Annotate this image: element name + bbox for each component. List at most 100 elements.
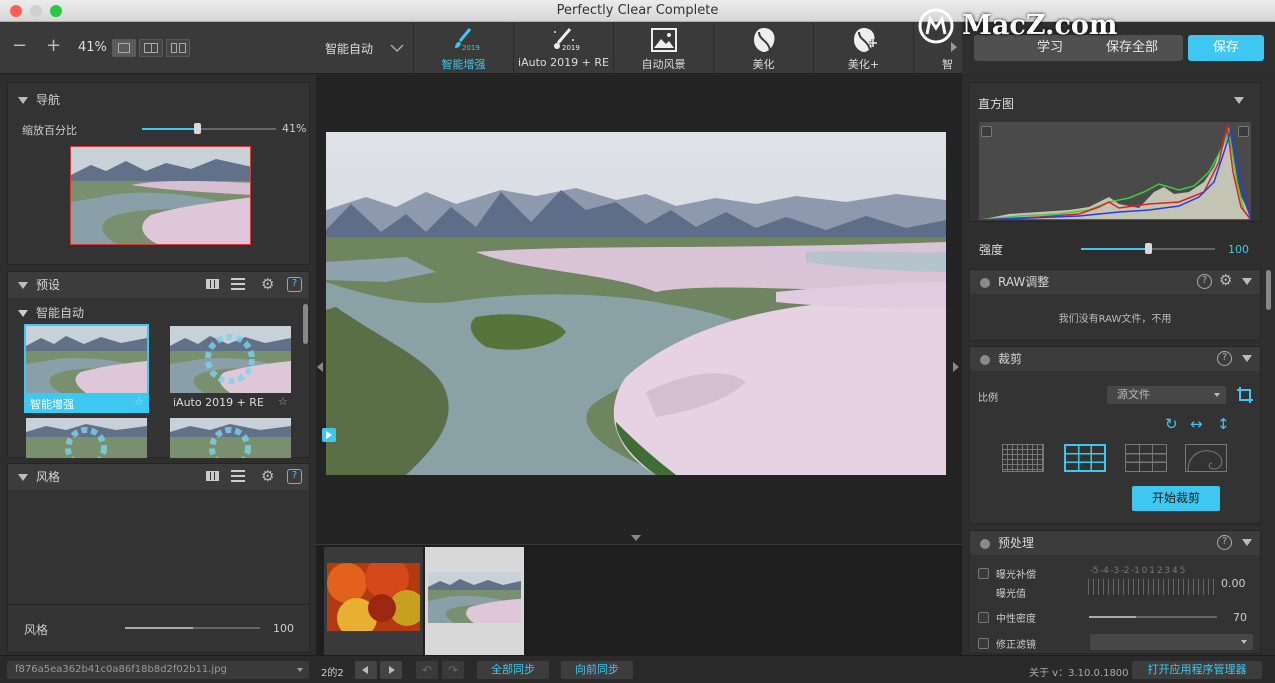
lens-filter-checkbox[interactable]: [978, 638, 989, 649]
preset-image: [170, 326, 291, 393]
preset-image: [26, 418, 147, 458]
sync-forward-button[interactable]: 向前同步: [561, 661, 633, 679]
star-icon[interactable]: ☆: [278, 395, 288, 408]
minimize-window-button[interactable]: [30, 5, 42, 17]
help-icon[interactable]: ?: [287, 469, 302, 484]
filmstrip-item-2-selected[interactable]: [425, 547, 524, 655]
enable-toggle-icon[interactable]: [980, 538, 990, 549]
collapse-right-icon[interactable]: [953, 362, 959, 372]
tab-beautify[interactable]: 美化: [713, 22, 813, 74]
undo-icon[interactable]: ↶: [416, 661, 438, 679]
strength-slider[interactable]: [1081, 243, 1215, 255]
next-image-button[interactable]: [380, 661, 402, 679]
lens-filter-dropdown[interactable]: [1090, 634, 1253, 650]
list-view-icon[interactable]: [231, 470, 245, 482]
enable-toggle-icon[interactable]: [980, 277, 990, 288]
zoom-level: 41%: [78, 40, 107, 55]
grid-thirds-overlay-button[interactable]: [1064, 444, 1106, 472]
start-crop-button[interactable]: 开始裁剪: [1132, 486, 1220, 511]
histogram-panel: 直方图: [969, 82, 1261, 222]
preset-thumb-iauto[interactable]: iAuto 2019 + RE ☆: [170, 326, 291, 412]
version-info: 关于 v：3.10.0.1800: [1029, 668, 1129, 679]
single-view-button[interactable]: [112, 39, 136, 57]
exposure-ruler[interactable]: [1088, 579, 1214, 595]
zoom-in-button[interactable]: +: [46, 36, 61, 56]
navigation-header[interactable]: 导航: [8, 91, 60, 109]
grid-view-icon[interactable]: [206, 279, 219, 289]
tab-beautify-plus[interactable]: 美化+: [813, 22, 913, 74]
preset-image: [170, 418, 291, 458]
filmstrip-item-1[interactable]: [324, 547, 423, 655]
zoom-out-button[interactable]: −: [12, 36, 27, 56]
gear-icon[interactable]: ⚙: [261, 275, 274, 293]
grid-view-icon[interactable]: [206, 471, 219, 481]
strength-label: 强度: [979, 243, 1004, 257]
star-icon[interactable]: ☆: [134, 395, 144, 408]
list-view-icon[interactable]: [231, 278, 245, 290]
help-icon[interactable]: ?: [287, 277, 302, 292]
raw-panel: RAW调整 ? ⚙ 我们没有RAW文件，不用: [969, 269, 1261, 341]
exposure-value: 0.00: [1221, 577, 1246, 590]
preset-image: [26, 326, 147, 393]
navigator-thumbnail[interactable]: [70, 146, 251, 245]
style-strength-slider[interactable]: [125, 624, 260, 632]
tab-smart-enhance[interactable]: 2019 智能增强: [413, 22, 513, 74]
close-window-button[interactable]: [10, 5, 22, 17]
golden-spiral-overlay-button[interactable]: [1185, 444, 1227, 472]
preset-dropdown[interactable]: 智能自动: [325, 40, 373, 57]
preset-thumb-4[interactable]: [170, 418, 291, 458]
preset-thumb-smart-enhance[interactable]: 智能增强 ☆: [24, 324, 149, 413]
chevron-down-icon[interactable]: [390, 44, 404, 53]
preset-group-header[interactable]: 智能自动: [8, 304, 84, 322]
flip-vertical-icon[interactable]: ↕: [1217, 415, 1230, 433]
tab-label: iAuto 2019 + RE: [518, 56, 609, 69]
maximize-window-button[interactable]: [50, 5, 62, 17]
group-label: 智能自动: [36, 306, 85, 320]
preset-thumb-3[interactable]: [26, 418, 147, 458]
sync-all-button[interactable]: 全部同步: [477, 661, 549, 679]
tab-auto-landscape[interactable]: 自动风景: [613, 22, 713, 74]
filename-dropdown[interactable]: f876a5ea362b41c0a86f18b8d2f02b11.jpg: [7, 661, 309, 679]
rotate-icon[interactable]: ↻: [1165, 415, 1178, 433]
collapse-left-icon[interactable]: [317, 362, 323, 372]
help-icon[interactable]: ?: [1217, 535, 1232, 550]
navigator-image: [71, 147, 250, 244]
grid-quarters-overlay-button[interactable]: [1125, 444, 1167, 472]
redo-icon[interactable]: ↷: [442, 661, 464, 679]
collapse-triangle-icon[interactable]: [1242, 278, 1252, 285]
highlight-clip-checkbox[interactable]: [1238, 126, 1249, 137]
preprocess-panel: 预处理 ? 曝光补偿 曝光值 -5 -4 -3 -2 -1 0 1 2 3 4 …: [969, 530, 1261, 654]
flip-horizontal-icon[interactable]: ↔: [1190, 415, 1203, 433]
shadow-clip-checkbox[interactable]: [981, 126, 992, 137]
collapse-triangle-icon[interactable]: [1242, 539, 1252, 546]
neutral-density-slider[interactable]: [1089, 614, 1217, 620]
split-view-button[interactable]: [139, 39, 163, 57]
watermark-text: MacZ.com: [962, 10, 1118, 41]
histogram-menu-icon[interactable]: [1234, 97, 1244, 104]
zoom-slider[interactable]: [142, 123, 276, 135]
open-app-manager-button[interactable]: 打开应用程序管理器: [1132, 661, 1262, 679]
main-photo[interactable]: [326, 132, 946, 475]
help-icon[interactable]: ?: [1197, 274, 1212, 289]
raw-header[interactable]: RAW调整: [970, 270, 1260, 294]
presets-scrollbar[interactable]: [303, 304, 308, 344]
tab-iauto-2019-re[interactable]: 2019 iAuto 2019 + RE: [513, 22, 613, 74]
before-after-handle[interactable]: [322, 428, 336, 442]
previous-image-button[interactable]: [355, 661, 377, 679]
gear-icon[interactable]: ⚙: [1219, 271, 1232, 289]
watermark-logo-icon: [918, 8, 954, 44]
help-icon[interactable]: ?: [1217, 351, 1232, 366]
grid-fine-overlay-button[interactable]: [1002, 444, 1044, 472]
style-strength-value: 100: [273, 622, 294, 635]
collapse-triangle-icon[interactable]: [1242, 355, 1252, 362]
autumn-tree-image: [327, 563, 420, 631]
gear-icon[interactable]: ⚙: [261, 467, 274, 485]
neutral-density-checkbox[interactable]: [978, 612, 989, 623]
side-by-side-view-button[interactable]: [166, 39, 190, 57]
ratio-dropdown[interactable]: 源文件: [1107, 386, 1226, 404]
exposure-checkbox[interactable]: [978, 568, 989, 579]
right-scrollbar[interactable]: [1266, 270, 1271, 310]
collapse-filmstrip-icon[interactable]: [631, 535, 641, 541]
crop-icon[interactable]: [1236, 386, 1254, 404]
enable-toggle-icon[interactable]: [980, 354, 990, 365]
